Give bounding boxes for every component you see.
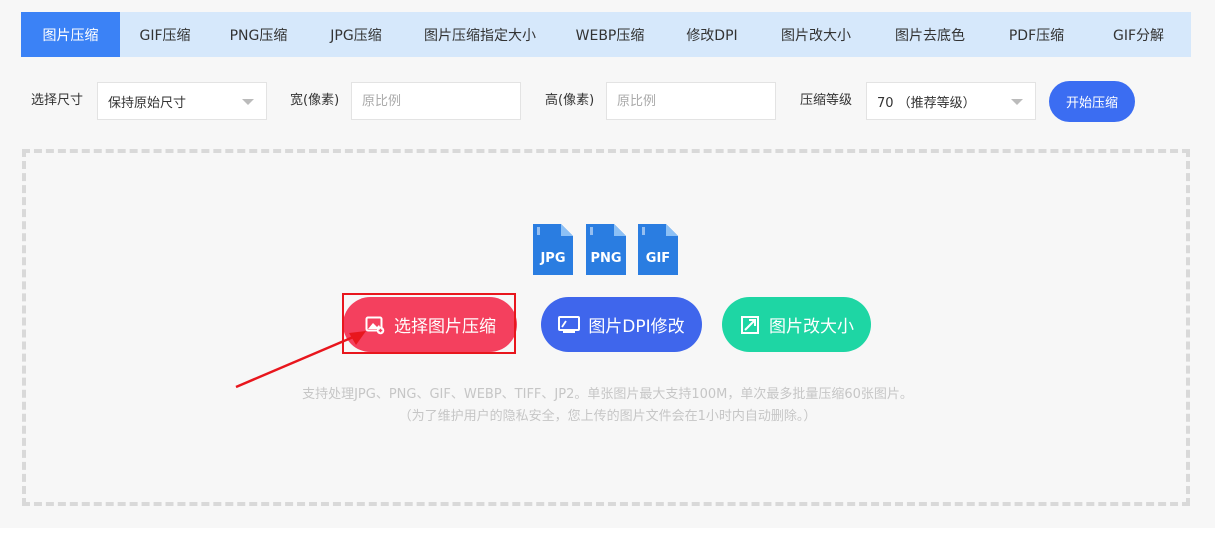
tab-webp-compress[interactable]: WEBP压缩 xyxy=(555,12,665,57)
width-label: 宽(像素) xyxy=(290,93,340,108)
jpg-file-icon: JPG xyxy=(530,222,576,277)
tool-tabs: 图片压缩 GIF压缩 PNG压缩 JPG压缩 图片压缩指定大小 WEBP压缩 修… xyxy=(21,12,1191,57)
tab-image-compress[interactable]: 图片压缩 xyxy=(21,12,120,57)
start-compress-button[interactable]: 开始压缩 xyxy=(1049,81,1135,122)
tab-png-compress[interactable]: PNG压缩 xyxy=(210,12,307,57)
width-field[interactable] xyxy=(351,82,521,120)
dpi-modify-button[interactable]: 图片DPI修改 xyxy=(541,297,702,352)
monitor-icon xyxy=(558,314,581,336)
height-field[interactable] xyxy=(606,82,776,120)
gif-file-icon: GIF xyxy=(635,222,681,277)
format-label-png: PNG xyxy=(590,251,621,266)
main-panel: 图片压缩 GIF压缩 PNG压缩 JPG压缩 图片压缩指定大小 WEBP压缩 修… xyxy=(0,0,1215,528)
width-input[interactable] xyxy=(362,93,520,109)
level-label: 压缩等级 xyxy=(800,93,853,108)
resize-image-button[interactable]: 图片改大小 xyxy=(722,297,871,352)
format-label-gif: GIF xyxy=(646,251,670,266)
size-select-value: 保持原始尺寸 xyxy=(108,95,187,111)
format-label-jpg: JPG xyxy=(539,251,565,266)
privacy-hint: （为了维护用户的隐私安全，您上传的图片文件会在1小时内自动删除。） xyxy=(398,409,817,424)
tab-jpg-compress[interactable]: JPG压缩 xyxy=(307,12,405,57)
size-label: 选择尺寸 xyxy=(31,93,84,108)
tab-compress-to-size[interactable]: 图片压缩指定大小 xyxy=(405,12,555,57)
tab-modify-dpi[interactable]: 修改DPI xyxy=(665,12,759,57)
image-upload-icon xyxy=(364,314,386,336)
level-select[interactable]: 70 （推荐等级） xyxy=(866,82,1036,120)
tab-gif-compress[interactable]: GIF压缩 xyxy=(120,12,210,57)
tab-pdf-compress[interactable]: PDF压缩 xyxy=(987,12,1086,57)
resize-image-label: 图片改大小 xyxy=(769,317,854,337)
level-select-value: 70 （推荐等级） xyxy=(877,95,976,111)
tab-resize-image[interactable]: 图片改大小 xyxy=(759,12,873,57)
chevron-down-icon xyxy=(242,99,254,105)
png-file-icon: PNG xyxy=(583,222,629,277)
upload-hint: 支持处理JPG、PNG、GIF、WEBP、TIFF、JP2。单张图片最大支持10… xyxy=(302,387,913,402)
resize-icon xyxy=(739,314,761,336)
select-image-button[interactable]: 选择图片压缩 xyxy=(343,297,517,352)
chevron-down-icon xyxy=(1011,99,1023,105)
dpi-modify-label: 图片DPI修改 xyxy=(588,317,685,337)
tab-remove-background[interactable]: 图片去底色 xyxy=(873,12,987,57)
tab-gif-split[interactable]: GIF分解 xyxy=(1086,12,1191,57)
size-select[interactable]: 保持原始尺寸 xyxy=(97,82,267,120)
select-image-label: 选择图片压缩 xyxy=(394,317,496,337)
settings-row: 选择尺寸 保持原始尺寸 宽(像素) 高(像素) 压缩等级 70 （推荐等级） xyxy=(0,82,1215,120)
height-label: 高(像素) xyxy=(545,93,595,108)
height-input[interactable] xyxy=(617,93,775,109)
